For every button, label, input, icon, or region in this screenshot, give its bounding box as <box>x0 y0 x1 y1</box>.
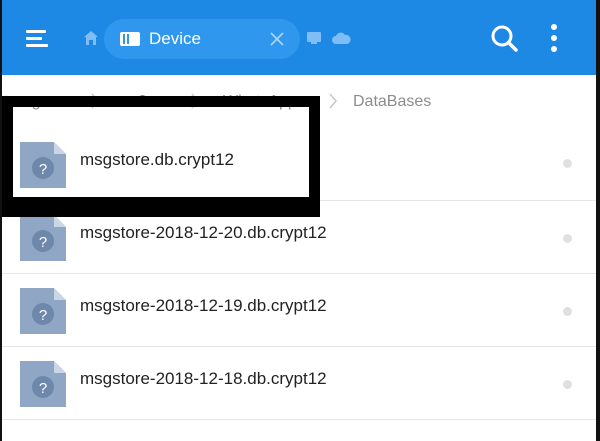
tablet-icon[interactable] <box>306 31 322 45</box>
select-dot[interactable] <box>563 159 572 168</box>
chevron-right-icon <box>329 93 337 109</box>
select-dot[interactable] <box>563 234 572 243</box>
close-icon[interactable] <box>266 28 288 50</box>
select-dot[interactable] <box>563 380 572 389</box>
file-name: msgstore-2018-12-19.db.crypt12 <box>80 296 327 315</box>
select-dot[interactable] <box>563 307 572 316</box>
file-name: msgstore-2018-12-20.db.crypt12 <box>80 223 327 242</box>
tab-label: Device <box>149 29 201 48</box>
home-icon[interactable] <box>82 29 100 47</box>
search-icon[interactable] <box>488 22 520 54</box>
app-bar: Device <box>2 0 596 75</box>
tab-device[interactable]: Device <box>104 19 300 59</box>
file-manager-screen: Device storage 0 WhatsApp DataBases <box>0 0 600 441</box>
svg-text:?: ? <box>39 380 47 397</box>
device-icon <box>120 32 140 46</box>
svg-text:?: ? <box>39 234 47 251</box>
unknown-file-icon: ? <box>20 288 66 334</box>
cloud-icon[interactable] <box>331 31 351 45</box>
frame-edge-left <box>0 0 2 441</box>
unknown-file-icon: ? <box>20 361 66 407</box>
more-vertical-icon[interactable] <box>546 22 562 54</box>
breadcrumb-current[interactable]: DataBases <box>353 93 431 111</box>
highlight-box-shadow <box>2 208 320 217</box>
highlight-box <box>2 96 320 208</box>
menu-icon[interactable] <box>22 22 54 54</box>
unknown-file-icon: ? <box>20 215 66 261</box>
svg-text:?: ? <box>39 307 47 324</box>
list-item[interactable]: ? msgstore-2018-12-19.db.crypt12 <box>2 274 596 347</box>
frame-edge-right <box>596 0 600 441</box>
file-name: msgstore-2018-12-18.db.crypt12 <box>80 369 327 388</box>
list-item[interactable]: ? msgstore-2018-12-18.db.crypt12 <box>2 347 596 420</box>
